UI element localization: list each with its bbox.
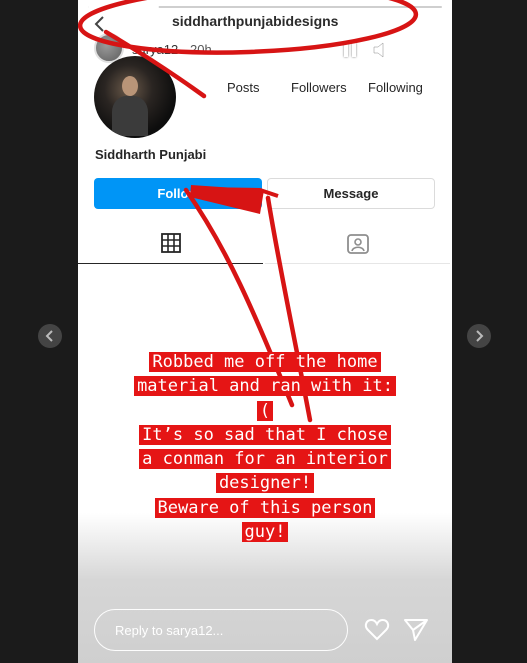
story-header: siddharthpunjabidesigns sarya12 20h [78, 0, 452, 63]
profile-username-header: siddharthpunjabidesigns [172, 13, 339, 29]
profile-display-name: Siddharth Punjabi [95, 147, 207, 162]
chevron-left-icon [45, 330, 53, 342]
reply-input[interactable]: Reply to sarya12... [94, 609, 348, 651]
tab-tagged[interactable] [265, 231, 450, 264]
tagged-icon [346, 234, 369, 254]
message-button[interactable]: Message [267, 178, 435, 209]
grid-icon [160, 233, 181, 253]
story-timestamp: 20h [190, 42, 212, 57]
caption-line: ( [256, 400, 274, 421]
stat-followers-label[interactable]: Followers [291, 80, 347, 95]
back-arrow-icon[interactable] [90, 14, 110, 34]
profile-picture [94, 56, 176, 138]
pause-icon[interactable] [340, 40, 360, 60]
send-icon[interactable] [403, 617, 429, 643]
chevron-right-icon [476, 330, 484, 342]
reply-placeholder: Reply to sarya12... [115, 622, 224, 638]
caption-line: Beware of this person [154, 497, 376, 518]
story-poster-username[interactable]: sarya12 [132, 42, 178, 57]
mute-icon[interactable] [372, 40, 392, 60]
caption-line: Robbed me off the home [149, 352, 381, 372]
caption-line: guy! [241, 522, 289, 543]
follow-button[interactable]: Follow [94, 178, 262, 209]
caption-line: designer! [215, 473, 315, 494]
tab-posts-grid[interactable] [78, 231, 263, 264]
story-caption: Robbed me off the home material and ran … [100, 350, 430, 544]
next-story-button[interactable] [467, 324, 491, 348]
stat-posts-label[interactable]: Posts [227, 80, 260, 95]
stat-following-label[interactable]: Following [368, 80, 423, 95]
more-icon[interactable] [406, 40, 430, 60]
caption-line: material and ran with it: [134, 376, 396, 397]
heart-icon[interactable] [364, 617, 390, 643]
previous-story-button[interactable] [38, 324, 62, 348]
story-viewer: siddharthpunjabidesigns sarya12 20h Post… [78, 0, 452, 663]
caption-line: It’s so sad that I chose [139, 424, 391, 445]
caption-line: a conman for an interior [139, 449, 391, 470]
